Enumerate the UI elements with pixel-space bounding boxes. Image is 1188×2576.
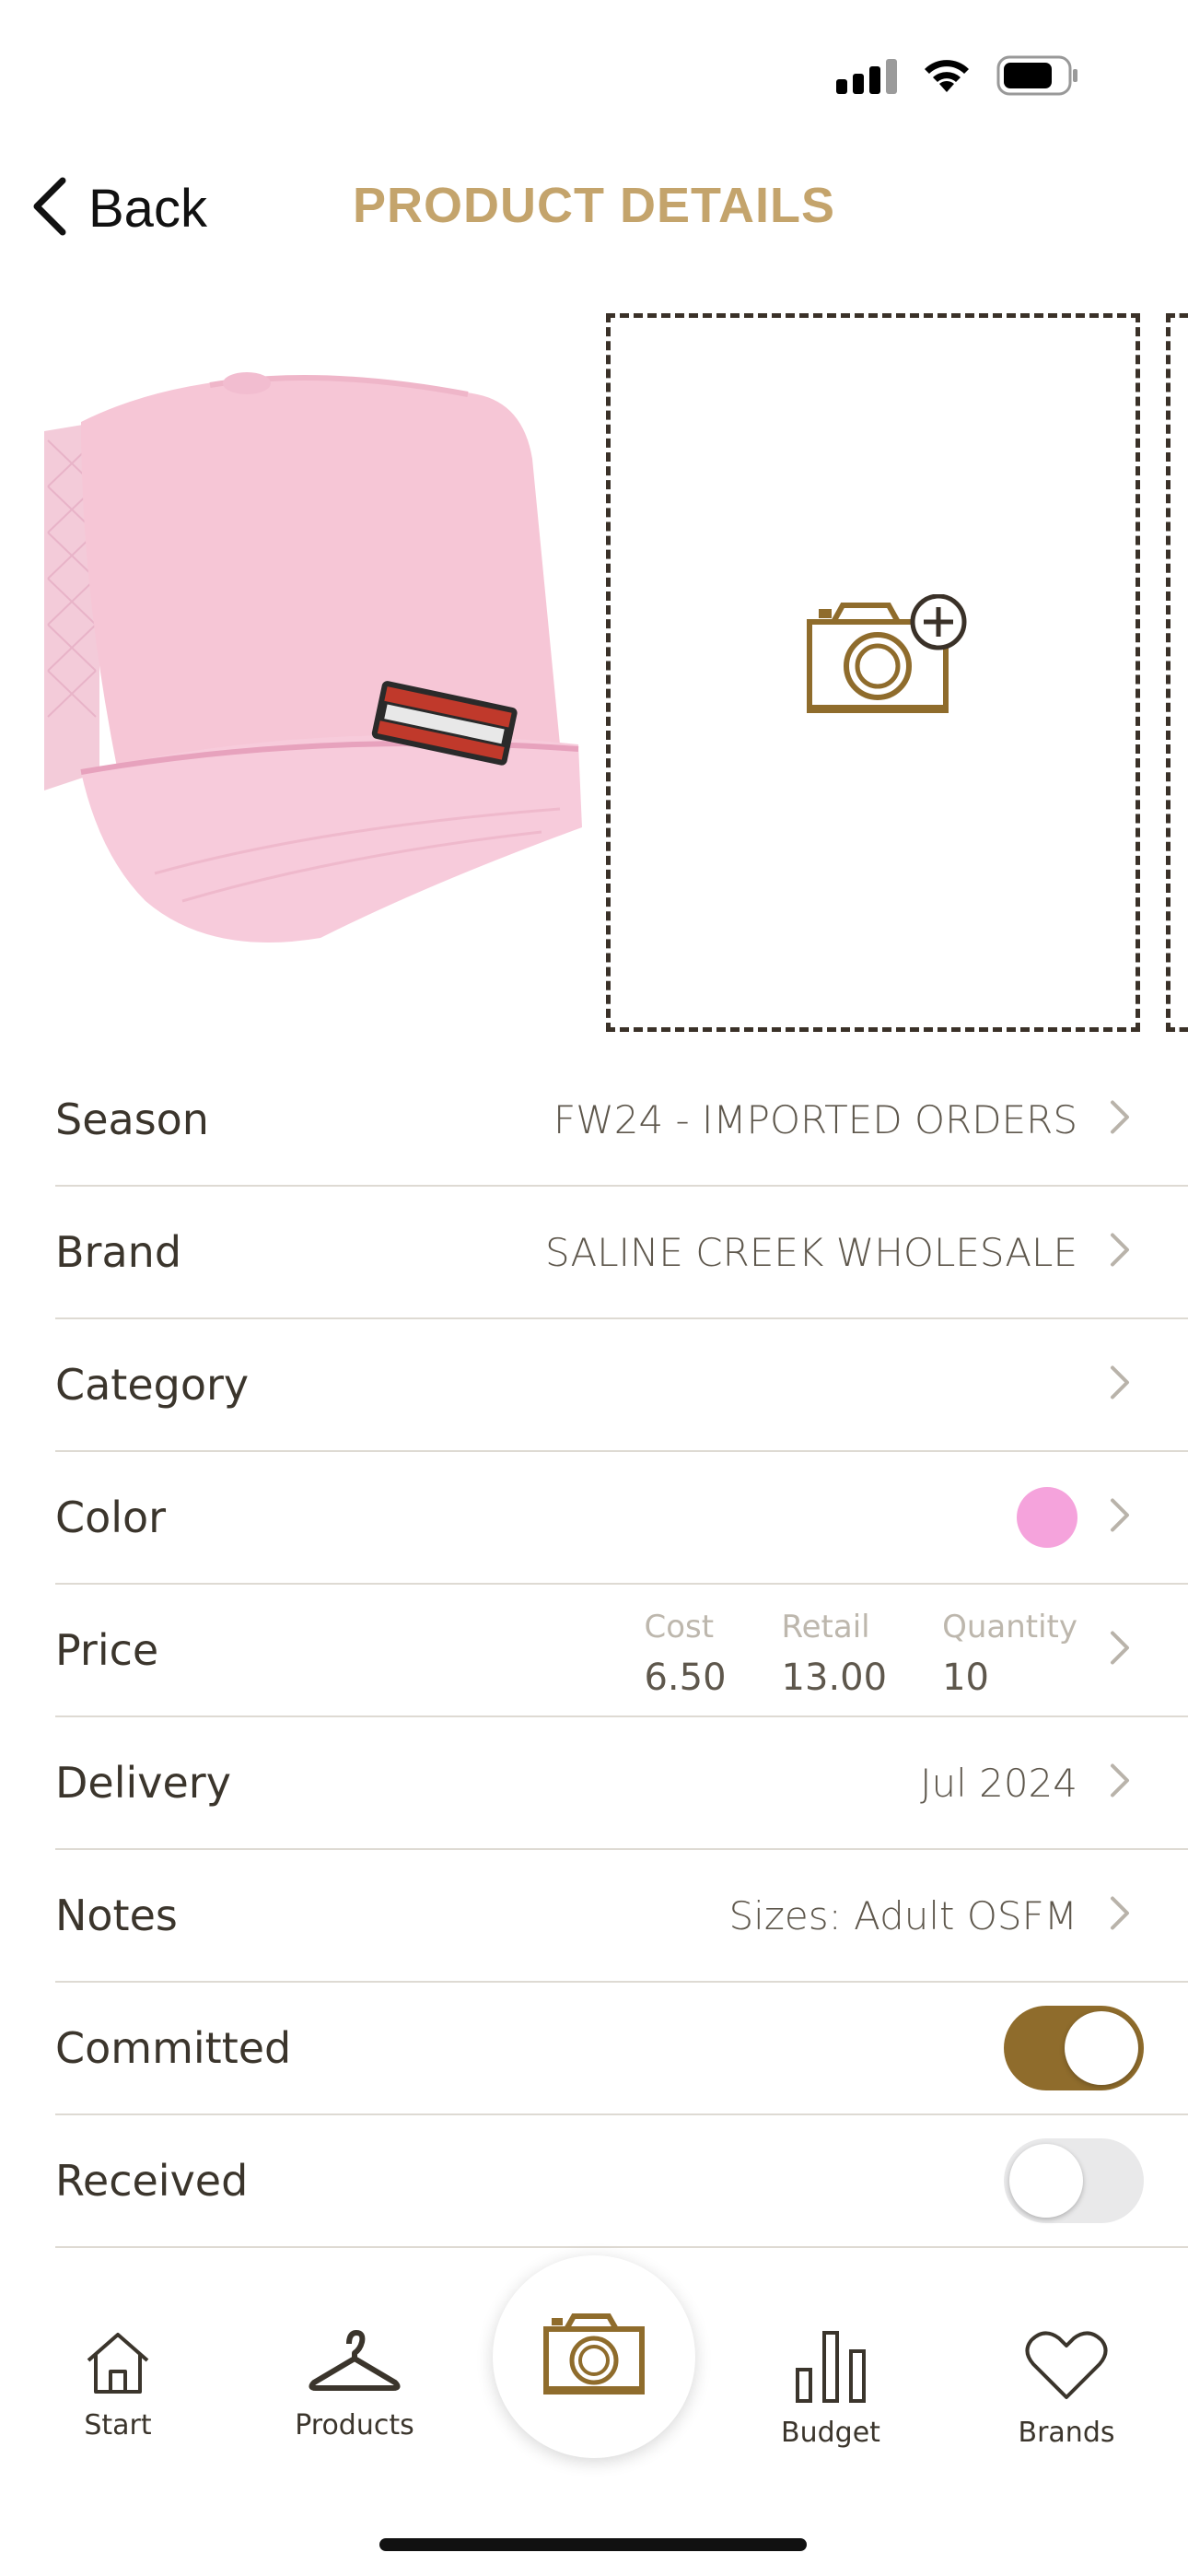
cost-field: Cost 6.50 xyxy=(644,1609,726,1699)
nav-header: Back PRODUCT DETAILS xyxy=(0,157,1188,258)
color-swatch xyxy=(1017,1487,1077,1548)
quantity-label: Quantity xyxy=(942,1609,1077,1645)
chevron-right-icon xyxy=(1109,1364,1131,1406)
committed-row: Committed xyxy=(55,1983,1188,2115)
tab-brands[interactable]: Brands xyxy=(974,2329,1159,2449)
chevron-right-icon xyxy=(1109,1895,1131,1937)
chevron-right-icon xyxy=(1109,1630,1131,1671)
cost-value: 6.50 xyxy=(644,1657,727,1699)
tab-label: Products xyxy=(295,2409,414,2441)
wifi-icon xyxy=(921,57,973,94)
retail-label: Retail xyxy=(781,1609,870,1645)
toggle-knob xyxy=(1009,2144,1083,2218)
quantity-field: Quantity 10 xyxy=(942,1609,1077,1699)
tab-budget[interactable]: Budget xyxy=(739,2329,923,2449)
retail-field: Retail 13.00 xyxy=(782,1609,888,1699)
details-list: Season FW24 - IMPORTED ORDERS Brand SALI… xyxy=(55,1054,1188,2248)
page-title: PRODUCT DETAILS xyxy=(353,178,835,233)
status-bar xyxy=(0,0,1188,157)
camera-plus-icon xyxy=(806,593,972,728)
home-icon xyxy=(83,2329,153,2400)
photo-gallery[interactable] xyxy=(0,311,1188,1039)
next-photo-slot[interactable] xyxy=(1166,313,1188,1032)
tab-label: Budget xyxy=(781,2417,880,2449)
tab-label: Start xyxy=(84,2409,152,2441)
delivery-row[interactable]: Delivery Jul 2024 xyxy=(55,1717,1188,1850)
received-label: Received xyxy=(55,2156,249,2206)
season-row[interactable]: Season FW24 - IMPORTED ORDERS xyxy=(55,1054,1188,1187)
color-label: Color xyxy=(55,1493,167,1542)
camera-button[interactable] xyxy=(493,2255,695,2458)
tab-start[interactable]: Start xyxy=(26,2329,210,2441)
committed-label: Committed xyxy=(55,2023,292,2073)
category-row[interactable]: Category xyxy=(55,1319,1188,1452)
received-row: Received xyxy=(55,2115,1188,2248)
category-label: Category xyxy=(55,1360,250,1410)
chevron-right-icon xyxy=(1109,1762,1131,1804)
quantity-value: 10 xyxy=(942,1657,989,1699)
price-row[interactable]: Price Cost 6.50 Retail 13.00 Quantity 10 xyxy=(55,1585,1188,1717)
cost-label: Cost xyxy=(644,1609,715,1645)
camera-icon xyxy=(542,2313,646,2402)
tab-label: Brands xyxy=(1018,2417,1115,2449)
toggle-knob xyxy=(1065,2011,1138,2085)
home-indicator[interactable] xyxy=(379,2538,807,2551)
notes-value: Sizes: Adult OSFM xyxy=(728,1892,1077,1938)
add-photo-button[interactable] xyxy=(606,313,1140,1032)
delivery-value: Jul 2024 xyxy=(920,1760,1077,1806)
chevron-right-icon xyxy=(1109,1099,1131,1141)
status-icons xyxy=(836,55,1079,96)
brand-value: SALINE CREEK WHOLESALE xyxy=(545,1229,1077,1275)
delivery-label: Delivery xyxy=(55,1758,231,1808)
price-label: Price xyxy=(55,1625,159,1675)
notes-label: Notes xyxy=(55,1891,178,1940)
brand-row[interactable]: Brand SALINE CREEK WHOLESALE xyxy=(55,1187,1188,1319)
heart-icon xyxy=(1024,2329,1109,2407)
committed-toggle[interactable] xyxy=(1004,2006,1144,2090)
chevron-right-icon xyxy=(1109,1497,1131,1539)
retail-value: 13.00 xyxy=(781,1657,888,1699)
chevron-right-icon xyxy=(1109,1232,1131,1273)
bar-chart-icon xyxy=(792,2329,869,2407)
brand-label: Brand xyxy=(55,1227,182,1277)
tab-products[interactable]: Products xyxy=(262,2329,447,2441)
received-toggle[interactable] xyxy=(1004,2138,1144,2223)
color-row[interactable]: Color xyxy=(55,1452,1188,1585)
battery-icon xyxy=(996,55,1079,96)
season-label: Season xyxy=(55,1095,209,1144)
hanger-icon xyxy=(309,2329,401,2400)
season-value: FW24 - IMPORTED ORDERS xyxy=(553,1096,1077,1142)
cellular-signal-icon xyxy=(836,57,897,94)
tab-bar: Start Products Budget Brands xyxy=(0,2248,1188,2488)
price-fields: Cost 6.50 Retail 13.00 Quantity 10 xyxy=(644,1609,1077,1699)
notes-row[interactable]: Notes Sizes: Adult OSFM xyxy=(55,1850,1188,1983)
product-photo[interactable] xyxy=(44,311,582,1030)
